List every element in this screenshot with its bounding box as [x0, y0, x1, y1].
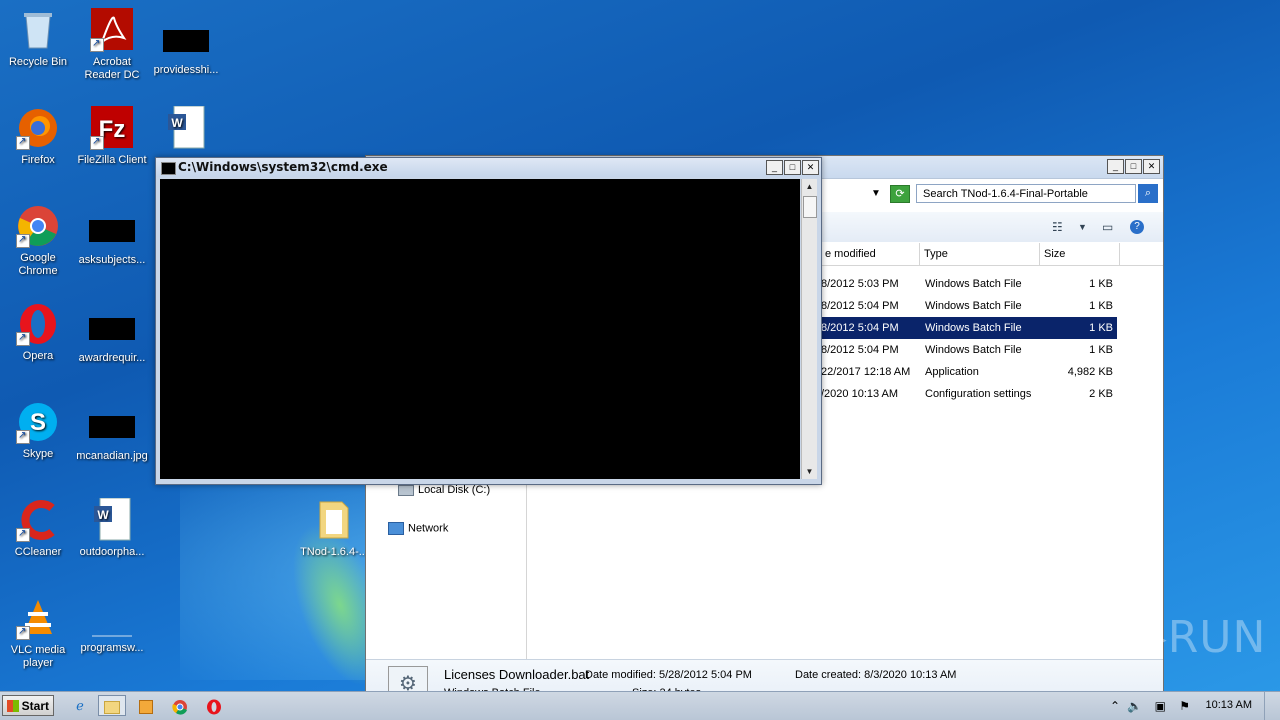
- svg-text:W: W: [97, 508, 109, 522]
- svg-text:S: S: [30, 409, 46, 436]
- folder-icon: [312, 498, 356, 542]
- internet-explorer-icon[interactable]: ℯ: [66, 695, 94, 716]
- volume-icon[interactable]: 🔈: [1127, 699, 1142, 713]
- table-row-selected[interactable]: 8/2012 5:04 PM Windows Batch File 1 KB: [821, 317, 1117, 339]
- minimize-button[interactable]: _: [766, 160, 783, 175]
- cmd-window[interactable]: C:\Windows\system32\cmd.exe _ □ ✕ ▲ ▼: [155, 157, 822, 485]
- chrome-taskbar-icon[interactable]: [166, 695, 194, 716]
- desktop-icon-acrobat[interactable]: Acrobat Reader DC: [74, 8, 150, 82]
- desktop-icon-opera[interactable]: Opera: [0, 302, 76, 363]
- desktop-icon-asksubjects[interactable]: asksubjects...: [74, 210, 150, 267]
- chevron-down-icon[interactable]: ▼: [871, 188, 881, 199]
- redacted-thumbnail: [89, 220, 135, 242]
- console-icon: [161, 162, 176, 175]
- close-button[interactable]: ✕: [1143, 159, 1160, 174]
- table-row[interactable]: 22/2017 12:18 AM Application 4,982 KB: [821, 361, 1163, 383]
- desktop-icon-skype[interactable]: S Skype: [0, 400, 76, 461]
- blank-file-icon: [90, 604, 134, 638]
- desktop-icon-tnod-folder[interactable]: TNod-1.6.4-...: [296, 498, 372, 559]
- nav-item-network[interactable]: Network: [388, 522, 448, 535]
- filezilla-icon: Fz: [90, 106, 134, 150]
- column-header: e modified Type Size: [821, 243, 1163, 266]
- desktop-icon-providesshi[interactable]: providesshi...: [148, 20, 224, 77]
- opera-taskbar-icon[interactable]: [200, 695, 228, 716]
- scroll-down-icon[interactable]: ▼: [802, 464, 817, 479]
- table-row[interactable]: 8/2012 5:04 PM Windows Batch File 1 KB: [821, 339, 1163, 361]
- refresh-icon[interactable]: ⟳: [890, 185, 910, 203]
- network-icon: [388, 522, 404, 535]
- action-center-flag-icon[interactable]: ⚑: [1179, 699, 1190, 713]
- redacted-thumbnail: [89, 318, 135, 340]
- file-list: 8/2012 5:03 PM Windows Batch File 1 KB 8…: [821, 273, 1163, 405]
- column-type[interactable]: Type: [920, 243, 1040, 265]
- help-icon[interactable]: ?: [1130, 220, 1144, 234]
- desktop-icon-ccleaner[interactable]: CCleaner: [0, 498, 76, 559]
- scroll-up-icon[interactable]: ▲: [802, 179, 817, 194]
- desktop-icon-vlc[interactable]: VLC media player: [0, 596, 76, 670]
- preview-pane-icon[interactable]: ▭: [1102, 220, 1113, 234]
- table-row[interactable]: /2020 10:13 AM Configuration settings 2 …: [821, 383, 1163, 405]
- desktop-icon-outdoorpha[interactable]: W outdoorpha...: [74, 497, 150, 559]
- chrome-icon: [16, 204, 60, 248]
- navigation-pane: Local Disk (C:) Network: [366, 476, 527, 666]
- show-desktop-button[interactable]: [1264, 692, 1280, 720]
- redacted-thumbnail: [163, 30, 209, 52]
- view-options-icon[interactable]: ☷: [1052, 220, 1063, 234]
- windows-logo-icon: [7, 700, 19, 712]
- folder-icon: [104, 701, 120, 715]
- show-hidden-icons-icon[interactable]: ⌃: [1110, 699, 1120, 713]
- vlc-icon: [16, 596, 60, 640]
- cmd-titlebar[interactable]: C:\Windows\system32\cmd.exe _ □ ✕: [156, 158, 821, 177]
- details-date-modified: Date modified: 5/28/2012 5:04 PM: [585, 669, 752, 681]
- column-date-modified[interactable]: e modified: [821, 243, 920, 265]
- recycle-bin-icon: [16, 8, 60, 52]
- minimize-button[interactable]: _: [1107, 159, 1124, 174]
- start-button[interactable]: Start: [2, 695, 54, 716]
- desktop-icon-google-chrome[interactable]: Google Chrome: [0, 204, 76, 278]
- word-document-icon: W: [164, 105, 208, 150]
- svg-text:W: W: [171, 116, 183, 130]
- desktop-icon-programsw[interactable]: programsw...: [74, 604, 150, 655]
- vertical-scrollbar[interactable]: ▲ ▼: [801, 179, 817, 479]
- desktop-icon-word-doc[interactable]: W: [148, 105, 224, 154]
- table-row[interactable]: 8/2012 5:03 PM Windows Batch File 1 KB: [821, 273, 1163, 295]
- search-input[interactable]: Search TNod-1.6.4-Final-Portable: [916, 184, 1136, 203]
- explorer-taskbar-button[interactable]: [98, 695, 126, 716]
- maximize-button[interactable]: □: [784, 160, 801, 175]
- word-document-icon: W: [90, 497, 134, 542]
- maximize-button[interactable]: □: [1125, 159, 1142, 174]
- details-date-created: Date created: 8/3/2020 10:13 AM: [795, 669, 957, 681]
- hard-drive-icon: [398, 484, 414, 496]
- media-player-icon[interactable]: [132, 695, 160, 716]
- watermark: ANY▷RUN: [1040, 612, 1267, 663]
- desktop-icon-firefox[interactable]: Firefox: [0, 106, 76, 167]
- column-size[interactable]: Size: [1040, 243, 1120, 265]
- ccleaner-icon: [16, 498, 60, 542]
- cmd-title: C:\Windows\system32\cmd.exe: [178, 160, 388, 174]
- close-button[interactable]: ✕: [802, 160, 819, 175]
- desktop-icon-filezilla[interactable]: Fz FileZilla Client: [74, 106, 150, 167]
- desktop-icon-awardrequir[interactable]: awardrequir...: [74, 308, 150, 365]
- opera-icon: [16, 302, 60, 346]
- firefox-icon: [16, 106, 60, 150]
- table-row[interactable]: 8/2012 5:04 PM Windows Batch File 1 KB: [821, 295, 1163, 317]
- details-filename: Licenses Downloader.bat: [444, 667, 590, 682]
- console-output[interactable]: [160, 179, 800, 479]
- search-icon[interactable]: ⌕: [1138, 184, 1158, 203]
- desktop-icon-recycle-bin[interactable]: Recycle Bin: [0, 8, 76, 69]
- scroll-thumb[interactable]: [803, 196, 817, 218]
- desktop-icon-mcanadian[interactable]: mcanadian.jpg: [74, 406, 150, 463]
- clock[interactable]: 10:13 AM: [1206, 699, 1252, 711]
- redacted-thumbnail: [89, 416, 135, 438]
- chevron-down-icon[interactable]: ▼: [1078, 222, 1087, 232]
- acrobat-icon: [90, 8, 134, 52]
- nav-item-local-disk[interactable]: Local Disk (C:): [398, 484, 490, 496]
- network-tray-icon[interactable]: ▣: [1155, 699, 1166, 713]
- skype-icon: S: [16, 400, 60, 444]
- taskbar: Start ℯ ⌃ 🔈 ▣ ⚑ 10:13 AM: [0, 691, 1280, 720]
